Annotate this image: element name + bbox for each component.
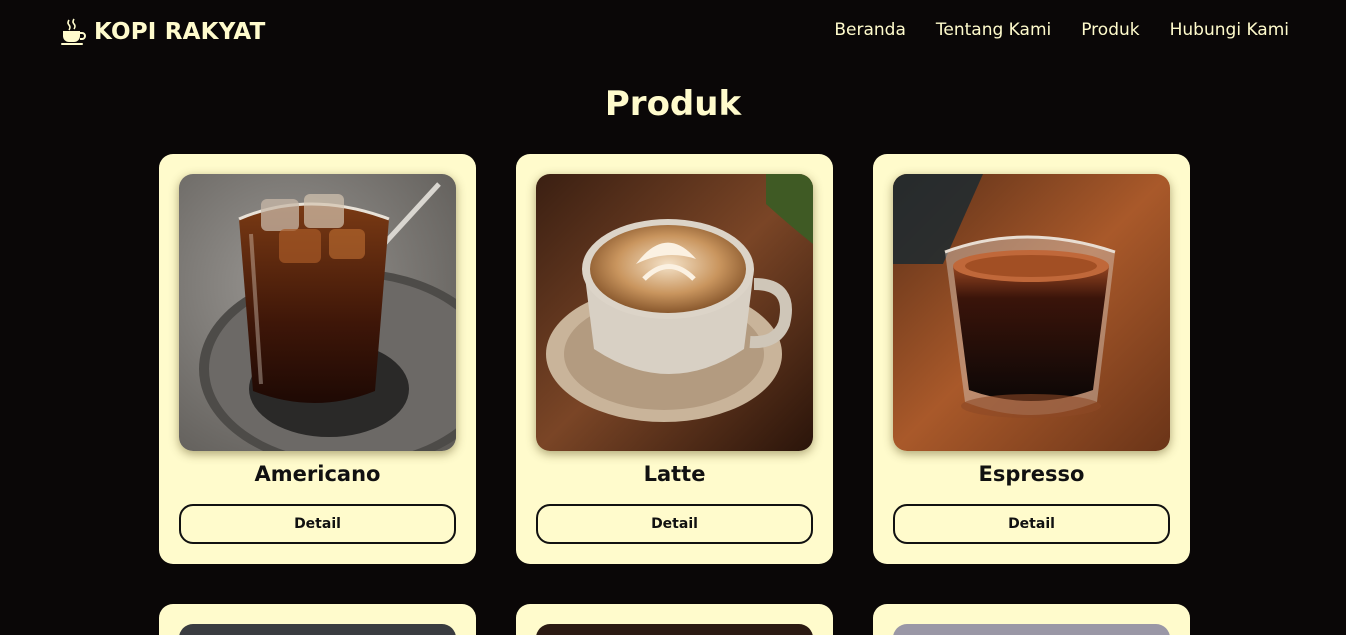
coffee-cup-icon bbox=[61, 18, 86, 45]
product-image-americano bbox=[179, 174, 456, 451]
product-image-partial bbox=[179, 624, 456, 635]
product-image-espresso bbox=[893, 174, 1170, 451]
product-image-partial bbox=[893, 624, 1170, 635]
detail-button-latte[interactable]: Detail bbox=[536, 504, 813, 544]
nav-link-beranda[interactable]: Beranda bbox=[834, 20, 906, 40]
product-card-partial bbox=[873, 604, 1190, 635]
product-card-espresso: Espresso Detail bbox=[873, 154, 1190, 564]
nav-menu: Beranda Tentang Kami Produk Hubungi Kami bbox=[834, 20, 1289, 40]
product-name-americano: Americano bbox=[254, 462, 381, 486]
detail-button-americano[interactable]: Detail bbox=[179, 504, 456, 544]
product-card-partial bbox=[516, 604, 833, 635]
product-card-americano: Americano Detail bbox=[159, 154, 476, 564]
brand-name: KOPI RAKYAT bbox=[94, 19, 266, 45]
product-card-partial bbox=[159, 604, 476, 635]
product-name-latte: Latte bbox=[643, 462, 706, 486]
product-card-latte: Latte Detail bbox=[516, 154, 833, 564]
nav-link-produk[interactable]: Produk bbox=[1081, 20, 1139, 40]
product-name-espresso: Espresso bbox=[978, 462, 1085, 486]
product-image-latte bbox=[536, 174, 813, 451]
nav-link-hubungi-kami[interactable]: Hubungi Kami bbox=[1170, 20, 1289, 40]
brand-logo[interactable]: KOPI RAKYAT bbox=[60, 16, 265, 48]
section-title: Produk bbox=[604, 84, 742, 124]
detail-button-espresso[interactable]: Detail bbox=[893, 504, 1170, 544]
navbar: KOPI RAKYAT Beranda Tentang Kami Produk … bbox=[0, 0, 1346, 66]
nav-link-tentang-kami[interactable]: Tentang Kami bbox=[936, 20, 1051, 40]
product-image-partial bbox=[536, 624, 813, 635]
